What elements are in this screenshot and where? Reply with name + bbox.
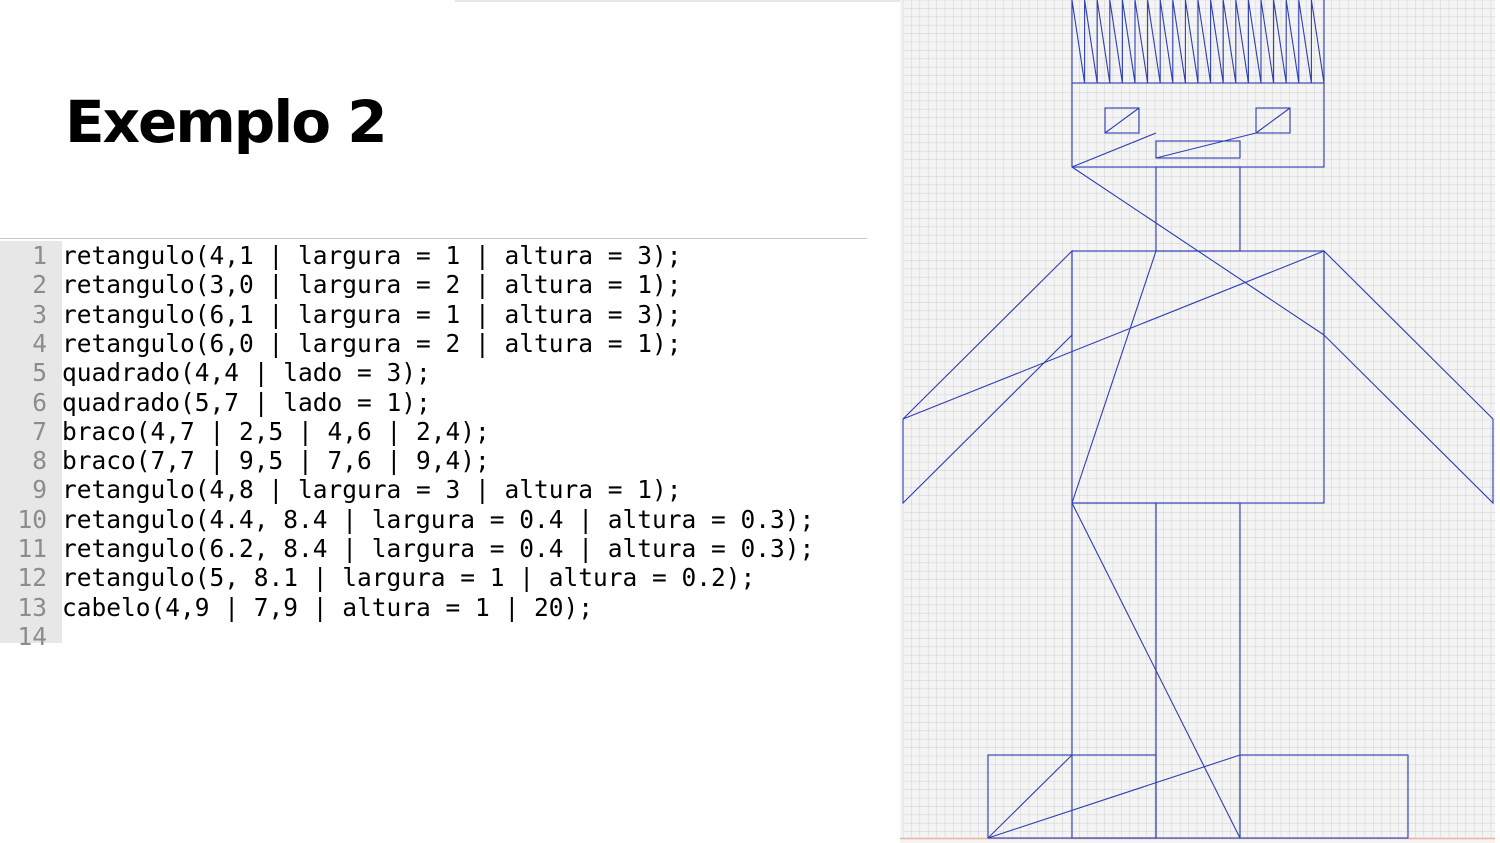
code-line: 7 braco(4,7 | 2,5 | 4,6 | 2,4); xyxy=(0,417,490,446)
code-text: retangulo(6,0 | largura = 2 | altura = 1… xyxy=(62,328,682,358)
code-line: 13 cabelo(4,9 | 7,9 | altura = 1 | 20); xyxy=(0,593,593,622)
code-text: retangulo(4,8 | largura = 3 | altura = 1… xyxy=(62,475,682,505)
line-number: 10 xyxy=(17,504,47,534)
code-line: 9 retangulo(4,8 | largura = 3 | altura = … xyxy=(0,475,682,505)
line-number: 5 xyxy=(32,358,47,388)
robot-drawing-canvas xyxy=(900,0,1495,843)
line-number: 4 xyxy=(32,328,47,358)
code-text: retangulo(3,0 | largura = 2 | altura = 1… xyxy=(62,270,682,300)
top-divider xyxy=(455,0,900,2)
code-text: retangulo(6.2, 8.4 | largura = 0.4 | alt… xyxy=(62,534,815,563)
code-text: cabelo(4,9 | 7,9 | altura = 1 | 20); xyxy=(62,592,594,622)
code-text: braco(7,7 | 9,5 | 7,6 | 9,4); xyxy=(62,446,490,476)
code-line: 8 braco(7,7 | 9,5 | 7,6 | 9,4); xyxy=(0,446,490,475)
code-line: 11 retangulo(6.2, 8.4 | largura = 0.4 | a… xyxy=(0,534,814,563)
code-text: retangulo(5, 8.1 | largura = 1 | altura … xyxy=(62,563,756,593)
code-text: quadrado(5,7 | lado = 1); xyxy=(62,387,431,417)
line-number: 13 xyxy=(17,592,47,622)
grid xyxy=(900,0,1495,843)
code-line: 5 quadrado(4,4 | lado = 3); xyxy=(0,358,431,387)
code-line: 14 xyxy=(0,622,62,651)
code-text: braco(4,7 | 2,5 | 4,6 | 2,4); xyxy=(62,416,490,446)
code-line: 6 quadrado(5,7 | lado = 1); xyxy=(0,388,431,417)
slide-title: Exemplo 2 xyxy=(65,88,388,156)
code-line: 10 retangulo(4.4, 8.4 | largura = 0.4 | a… xyxy=(0,505,814,534)
line-number: 9 xyxy=(32,475,47,505)
line-number: 2 xyxy=(32,270,47,300)
line-number: 8 xyxy=(32,446,47,476)
line-number: 1 xyxy=(32,241,47,270)
code-text: retangulo(6,1 | largura = 1 | altura = 3… xyxy=(62,299,682,329)
code-line: 12 retangulo(5, 8.1 | largura = 1 | altur… xyxy=(0,563,755,592)
code-line: 1 retangulo(4,1 | largura = 1 | altura = … xyxy=(0,241,682,270)
grid-background xyxy=(900,0,1495,843)
code-line: 2 retangulo(3,0 | largura = 2 | altura = … xyxy=(0,270,682,300)
line-number: 3 xyxy=(32,299,47,329)
line-number: 7 xyxy=(32,416,47,446)
code-text: retangulo(4.4, 8.4 | largura = 0.4 | alt… xyxy=(62,504,815,534)
editor-top-border xyxy=(0,238,867,239)
line-number: 12 xyxy=(17,563,47,593)
line-number: 14 xyxy=(17,621,47,651)
line-number: 6 xyxy=(32,387,47,417)
line-number: 11 xyxy=(17,534,47,563)
code-line: 4 retangulo(6,0 | largura = 2 | altura = … xyxy=(0,328,682,358)
code-text: quadrado(4,4 | lado = 3); xyxy=(62,358,431,388)
hair xyxy=(1071,0,1325,84)
code-text: retangulo(4,1 | largura = 1 | altura = 3… xyxy=(62,241,682,270)
code-line: 3 retangulo(6,1 | largura = 1 | altura = … xyxy=(0,299,682,329)
